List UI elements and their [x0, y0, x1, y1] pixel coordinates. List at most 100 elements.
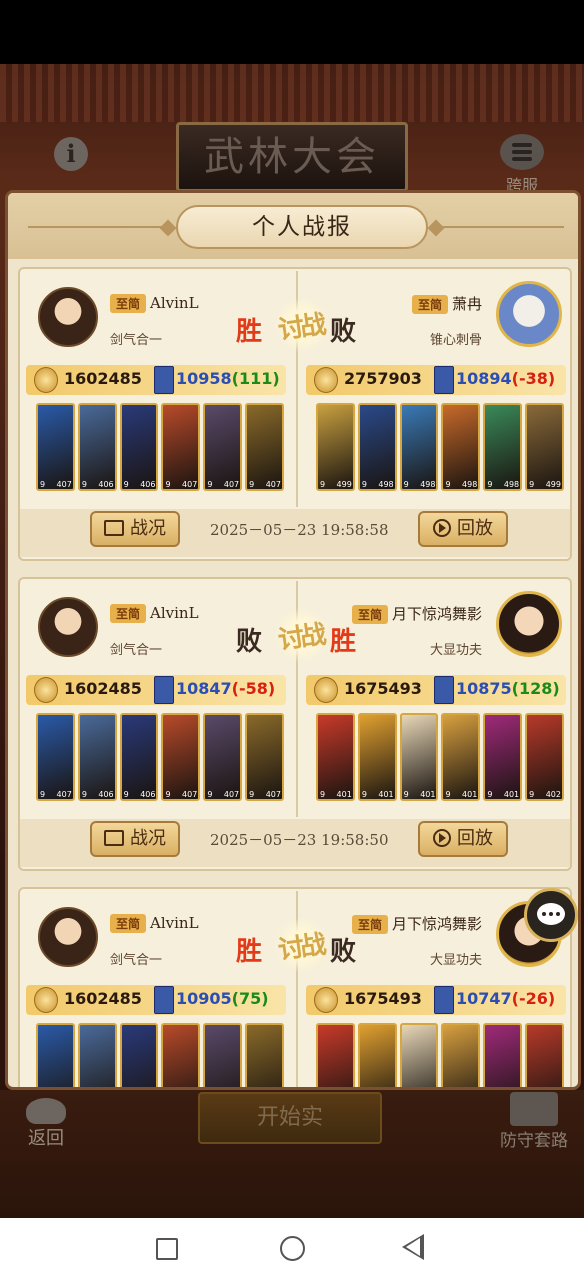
hero-card-level: 498 — [420, 480, 436, 489]
hero-card[interactable]: 9 498 — [441, 403, 481, 491]
hero-card-star: 9 — [207, 480, 213, 489]
hero-card[interactable]: 9 498 — [483, 403, 523, 491]
hero-card[interactable]: 9 407 — [203, 713, 243, 801]
hero-card[interactable]: 9 406 — [119, 713, 159, 801]
left-score-delta: (111) — [231, 369, 280, 388]
hero-card[interactable]: 9 407 — [203, 403, 243, 491]
hero-card-star: 9 — [361, 790, 367, 799]
replay-button[interactable]: 回放 — [418, 511, 508, 547]
battle-detail-label: 战况 — [130, 828, 166, 849]
hero-card[interactable]: 9 407 — [36, 713, 75, 801]
start-button[interactable]: 开始实 — [198, 1092, 382, 1144]
hero-card[interactable]: 9 407 — [161, 713, 201, 801]
hero-card[interactable]: 9 402 — [525, 713, 564, 801]
hero-card[interactable]: 9 — [441, 1023, 481, 1087]
hero-card[interactable]: 9 — [77, 1023, 117, 1087]
defense-routine-button[interactable]: 防守套路 — [486, 1092, 582, 1162]
hero-card[interactable]: 9 — [483, 1023, 523, 1087]
list-icon — [104, 830, 124, 846]
right-player-skill: 大显功夫 — [429, 953, 482, 968]
hero-card[interactable]: 9 — [245, 1023, 284, 1087]
header-ornament-left — [28, 226, 168, 228]
hero-card[interactable]: 9 407 — [245, 713, 284, 801]
left-avatar[interactable] — [38, 597, 98, 657]
vs-emblem: 胜 讨战 败 — [230, 917, 364, 973]
right-result: 胜 — [329, 627, 356, 657]
vs-label: 讨战 — [276, 310, 325, 346]
battle-detail-button[interactable]: 战况 — [90, 821, 180, 857]
left-result: 败 — [236, 627, 263, 657]
left-player-name: AlvinL — [150, 914, 199, 932]
hero-card[interactable]: 9 406 — [119, 403, 159, 491]
hero-card[interactable]: 9 401 — [441, 713, 481, 801]
recents-button[interactable] — [156, 1238, 178, 1260]
left-score: 10847 — [176, 679, 232, 698]
hero-card[interactable]: 9 406 — [77, 403, 117, 491]
hero-card[interactable]: 9 407 — [245, 403, 284, 491]
rank-badge: 至简 — [110, 914, 147, 933]
hero-card[interactable]: 9 499 — [525, 403, 564, 491]
left-score-wrap: 10958(111) — [176, 369, 280, 388]
left-avatar[interactable] — [38, 287, 98, 347]
page-title: 武林大会 — [176, 122, 408, 192]
right-score-delta: (128) — [511, 679, 560, 698]
list-icon — [500, 134, 544, 170]
hero-card-star: 9 — [403, 480, 409, 489]
hero-card-star: 9 — [123, 790, 129, 799]
report-list[interactable]: 至简AlvinL 剑气合一 至简萧冉 锥心刺骨 胜 讨战 败 1602485 — [8, 259, 578, 1087]
hero-card-level: 407 — [56, 790, 72, 799]
cross-server-button[interactable]: 跨服 — [494, 134, 550, 195]
panel-header: 个人战报 — [8, 193, 578, 259]
hero-card[interactable]: 9 498 — [357, 403, 397, 491]
hero-card-star: 9 — [487, 480, 493, 489]
hero-card[interactable]: 9 401 — [399, 713, 439, 801]
hero-card[interactable]: 9 499 — [316, 403, 355, 491]
hero-card-level: 498 — [462, 480, 478, 489]
hero-card[interactable]: 9 — [161, 1023, 201, 1087]
hero-card[interactable]: 9 401 — [316, 713, 355, 801]
vs-label: 讨战 — [276, 930, 325, 966]
rank-badge: 至简 — [110, 294, 147, 313]
left-power: 1602485 — [64, 679, 142, 698]
hero-card[interactable]: 9 — [203, 1023, 243, 1087]
hero-card[interactable]: 9 406 — [77, 713, 117, 801]
back-nav-button[interactable] — [402, 1234, 424, 1260]
hero-card-star: 9 — [40, 790, 46, 799]
hero-card[interactable]: 9 498 — [399, 403, 439, 491]
hero-card[interactable]: 9 — [399, 1023, 439, 1087]
hero-card[interactable]: 9 401 — [357, 713, 397, 801]
left-hero-cards: 9 407 9 406 9 406 9 407 9 407 9 407 — [36, 713, 284, 803]
battle-detail-button[interactable]: 战况 — [90, 511, 180, 547]
replay-button[interactable]: 回放 — [418, 821, 508, 857]
power-icon — [314, 987, 338, 1013]
right-score: 10747 — [456, 989, 512, 1008]
score-icon — [154, 676, 174, 704]
back-button[interactable]: 返回 — [14, 1098, 78, 1150]
info-button[interactable]: i — [54, 137, 88, 171]
hero-card[interactable]: 9 407 — [161, 403, 201, 491]
rank-badge: 至简 — [110, 604, 147, 623]
hero-card[interactable]: 9 — [525, 1023, 564, 1087]
hero-card-star: 9 — [529, 480, 535, 489]
hero-card[interactable]: 9 — [357, 1023, 397, 1087]
hero-card-level: 401 — [378, 790, 394, 799]
left-avatar[interactable] — [38, 907, 98, 967]
roof-eaves — [0, 64, 584, 122]
hero-card[interactable]: 9 — [119, 1023, 159, 1087]
home-button[interactable] — [280, 1236, 305, 1261]
hero-card[interactable]: 9 407 — [36, 403, 75, 491]
score-icon — [154, 366, 174, 394]
right-avatar[interactable] — [496, 591, 562, 657]
status-bar — [0, 0, 584, 64]
hero-card[interactable]: 9 — [316, 1023, 355, 1087]
left-player-skill: 剑气合一 — [110, 333, 163, 348]
left-player-skill: 剑气合一 — [110, 643, 163, 658]
right-player-name: 月下惊鸿舞影 — [391, 605, 482, 623]
hero-card[interactable]: 9 — [36, 1023, 75, 1087]
play-icon — [433, 519, 451, 537]
right-avatar[interactable] — [496, 281, 562, 347]
hero-card[interactable]: 9 401 — [483, 713, 523, 801]
power-icon — [34, 677, 58, 703]
hero-card-level: 498 — [378, 480, 394, 489]
chat-button[interactable] — [524, 888, 578, 942]
